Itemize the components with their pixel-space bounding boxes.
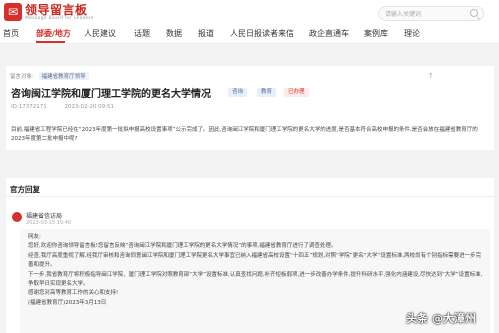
tag-consult: 咨询 <box>228 88 248 97</box>
tag-education: 教育 <box>257 88 277 97</box>
reply-paragraph: 经查,我厅高度重视了解,经我厅审核和咨询同意闽江学院和厦门理工学院更名大学事宜已… <box>28 252 482 269</box>
reply-paragraph: 您好,欢迎你咨询领导留言板!您留言反映“咨询闽江学院和厦门理工学院的更名大学情况… <box>28 243 337 250</box>
message-body: 目前,福建省工程学院已经在“2023年度第一批拟申报高校设置事项”公示完成了。因… <box>11 127 478 142</box>
nav-ministries-local[interactable]: 部委/地方 <box>36 28 71 39</box>
target-tag[interactable]: 福建省教育厅领导 <box>38 72 89 80</box>
reply-org: 福建省信访局 <box>26 213 63 220</box>
reply-section-title: 官方回复 <box>10 185 40 194</box>
reply-content: 网友: 您好,欢迎你咨询领导留言板!您留言反映“咨询闽江学院和厦门理工学院的更名… <box>28 233 486 308</box>
nav-reports[interactable]: 报道 <box>198 28 214 39</box>
nav-topics[interactable]: 话题 <box>134 28 150 39</box>
message-meta: ID:17372171 2023-02-20 09:51 <box>11 104 130 110</box>
share-icon[interactable]: ↑ <box>428 72 434 80</box>
nav-theory[interactable]: 理论 <box>404 28 420 39</box>
nav-readers-letters[interactable]: 人民日报读者来信 <box>230 28 294 39</box>
nav-active-underline <box>36 41 65 43</box>
board-logo-icon[interactable]: ✉ <box>4 3 22 21</box>
message-time: 2023-02-20 09:51 <box>64 104 115 110</box>
nav-suggestions[interactable]: 人民建议 <box>84 28 116 39</box>
org-avatar <box>12 212 22 222</box>
target-label: 留言对象: <box>10 74 34 80</box>
reply-signature: (福建省教育厅)2023年3月13日 <box>28 299 107 306</box>
message-id: ID:17372171 <box>11 104 47 110</box>
reply-paragraph: 下一步,我省教育厅将积极指导闽江学院、厦门理工学院对照教育部“大学”设置标准,认… <box>28 271 483 288</box>
message-target: 留言对象: 福建省教育厅领导 <box>10 72 89 80</box>
top-header: ✉ 领导留言板 Message Board for Leaders 请输入关键词 <box>0 0 499 26</box>
main-nav: 首页 部委/地方 人民建议 话题 数据 报道 人民日报读者来信 政企直通车 案例… <box>0 26 499 44</box>
search-icon[interactable] <box>470 9 478 17</box>
nav-data[interactable]: 数据 <box>166 28 182 39</box>
watermark: 头条 @大漳州 <box>406 312 476 325</box>
divider <box>6 196 494 197</box>
status-badge: 已办理 <box>284 88 309 97</box>
reply-paragraph: 感谢您对高等教育工作的关心和支持! <box>28 290 119 297</box>
nav-gov-enterprise[interactable]: 政企直通车 <box>309 28 349 39</box>
reply-date: 2023-03-15 15:40 <box>26 220 72 226</box>
brand-subtitle: Message Board for Leaders <box>25 16 94 21</box>
search-input[interactable]: 请输入关键词 <box>378 6 484 21</box>
nav-home[interactable]: 首页 <box>3 28 19 39</box>
search-placeholder: 请输入关键词 <box>385 11 422 18</box>
nav-case-library[interactable]: 案例库 <box>364 28 388 39</box>
message-title: 咨询闽江学院和厦门理工学院的更名大学情况 <box>11 89 211 100</box>
reply-paragraph: 网友: <box>28 234 41 240</box>
